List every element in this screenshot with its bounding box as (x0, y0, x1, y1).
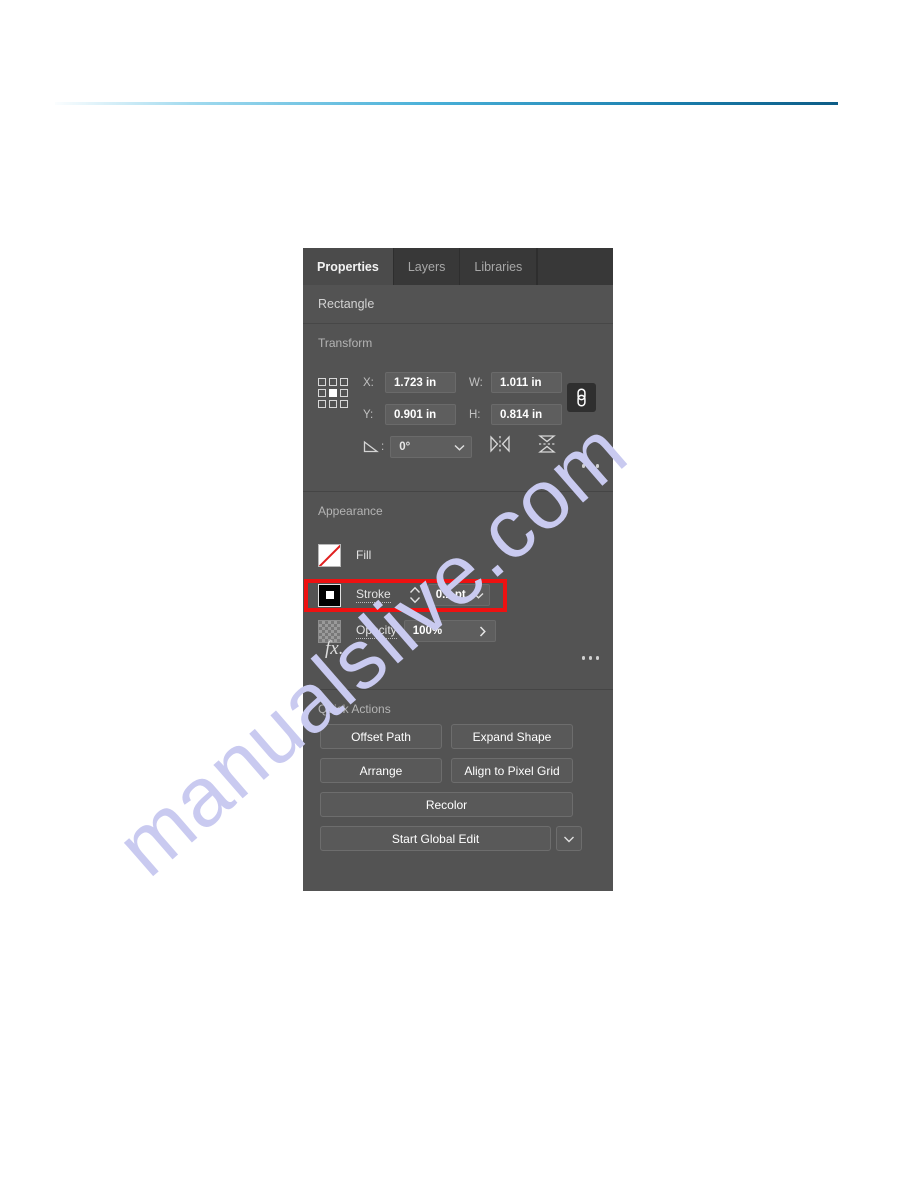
tab-properties[interactable]: Properties (303, 248, 394, 285)
appearance-more-options-icon[interactable] (581, 656, 599, 660)
object-type-label: Rectangle (318, 297, 375, 311)
appearance-section: Appearance Fill Stroke 0.1 pt Opacity 10… (303, 492, 613, 690)
y-label: Y: (363, 408, 374, 421)
ref-pt-ml[interactable] (318, 389, 326, 397)
w-label: W: (469, 376, 483, 389)
h-value: 0.814 in (500, 408, 543, 421)
offset-path-label: Offset Path (351, 729, 411, 744)
ref-pt-tc[interactable] (329, 378, 337, 386)
x-value: 1.723 in (394, 376, 437, 389)
height-input[interactable]: 0.814 in (491, 404, 562, 425)
fill-row[interactable]: Fill (318, 542, 371, 568)
y-input[interactable]: 0.901 in (385, 404, 456, 425)
rotation-row: : 0° (363, 436, 473, 458)
panel-tab-bar: Properties Layers Libraries (303, 248, 613, 285)
rotation-angle-value: 0° (399, 441, 411, 453)
stepper-up-down-icon[interactable] (409, 586, 421, 604)
flip-horizontal-icon[interactable] (489, 435, 511, 456)
appearance-section-title: Appearance (318, 504, 383, 518)
x-label: X: (363, 376, 374, 389)
rotation-colon: : (381, 441, 385, 453)
width-row: W: 1.011 in (469, 372, 562, 393)
arrange-button[interactable]: Arrange (320, 758, 442, 783)
w-value: 1.011 in (500, 376, 542, 389)
recolor-label: Recolor (425, 797, 468, 812)
chevron-down-icon[interactable] (556, 826, 582, 851)
opacity-label: Opacity (356, 623, 397, 639)
quick-actions-section: Quick Actions Offset Path Expand Shape A… (303, 690, 613, 873)
transform-section-title: Transform (318, 336, 373, 350)
stroke-width-select[interactable]: 0.1 pt (427, 584, 490, 606)
tab-properties-label: Properties (317, 259, 379, 274)
height-row: H: 0.814 in (469, 404, 562, 425)
opacity-value: 100% (412, 625, 443, 637)
properties-panel: Properties Layers Libraries Rectangle Tr… (303, 248, 613, 891)
chevron-right-icon[interactable] (471, 625, 495, 637)
tab-bar-filler (537, 248, 613, 285)
x-position-row: X: 1.723 in (363, 372, 456, 393)
chain-link-icon[interactable] (567, 383, 596, 412)
transform-section: Transform X: 1.723 in Y: 0.901 in W: 1.0… (303, 324, 613, 492)
tab-libraries[interactable]: Libraries (460, 248, 538, 285)
ref-pt-tr[interactable] (340, 378, 348, 386)
align-to-pixel-grid-button[interactable]: Align to Pixel Grid (451, 758, 573, 783)
ref-pt-bc[interactable] (329, 400, 337, 408)
ref-pt-mc[interactable] (329, 389, 337, 397)
transform-more-options-icon[interactable] (581, 464, 599, 468)
ref-pt-mr[interactable] (340, 389, 348, 397)
selected-object-type: Rectangle (303, 285, 613, 324)
recolor-button[interactable]: Recolor (320, 792, 573, 817)
fill-label: Fill (356, 548, 372, 562)
stroke-row[interactable]: Stroke 0.1 pt (318, 582, 490, 608)
chevron-down-icon[interactable] (469, 592, 489, 599)
stroke-swatch-icon[interactable] (318, 583, 341, 607)
start-global-edit-button[interactable]: Start Global Edit (320, 826, 551, 851)
no-fill-swatch-icon[interactable] (318, 543, 341, 567)
quick-actions-grid: Offset Path Expand Shape Arrange Align t… (303, 724, 613, 851)
ref-pt-br[interactable] (340, 400, 348, 408)
fx-effects-label: fx. (325, 638, 344, 659)
tab-layers[interactable]: Layers (393, 248, 461, 285)
arrange-label: Arrange (359, 763, 403, 778)
chevron-down-icon[interactable] (447, 444, 471, 451)
rotate-angle-icon (363, 439, 379, 456)
fx-effects-icon[interactable]: fx. (325, 638, 343, 660)
reference-point-grid-icon[interactable] (318, 378, 348, 408)
x-input[interactable]: 1.723 in (385, 372, 456, 393)
quick-actions-section-title: Quick Actions (318, 702, 391, 716)
opacity-row[interactable]: Opacity 100% (318, 618, 496, 644)
expand-shape-label: Expand Shape (472, 729, 552, 744)
flip-controls (489, 434, 557, 457)
stroke-label: Stroke (356, 587, 391, 603)
stroke-width-value: 0.1 pt (435, 589, 466, 601)
flip-vertical-icon[interactable] (537, 434, 557, 457)
expand-shape-button[interactable]: Expand Shape (451, 724, 573, 749)
y-value: 0.901 in (394, 408, 437, 421)
tab-libraries-label: Libraries (474, 259, 523, 274)
align-to-pixel-grid-label: Align to Pixel Grid (464, 763, 560, 778)
width-input[interactable]: 1.011 in (491, 372, 562, 393)
header-gradient-rule (55, 102, 838, 105)
ref-pt-bl[interactable] (318, 400, 326, 408)
offset-path-button[interactable]: Offset Path (320, 724, 442, 749)
ref-pt-tl[interactable] (318, 378, 326, 386)
opacity-input[interactable]: 100% (403, 620, 496, 642)
h-label: H: (469, 408, 481, 421)
tab-layers-label: Layers (407, 259, 446, 274)
start-global-edit-split-button: Start Global Edit (320, 826, 582, 851)
start-global-edit-label: Start Global Edit (391, 831, 480, 846)
y-position-row: Y: 0.901 in (363, 404, 456, 425)
rotation-angle-select[interactable]: 0° (390, 436, 473, 458)
